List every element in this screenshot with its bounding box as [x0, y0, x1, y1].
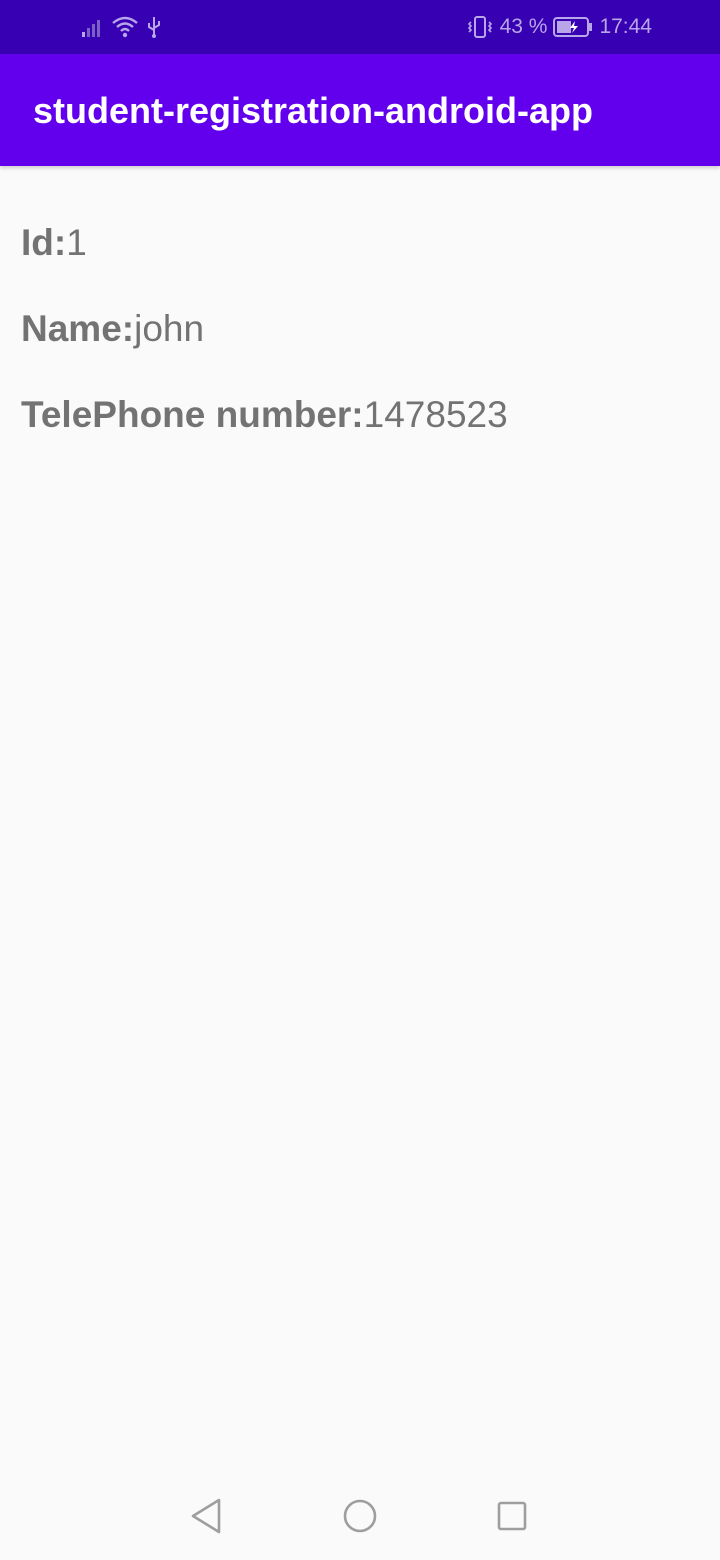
wifi-icon	[112, 16, 138, 38]
screen: 43 % 17:44 student-registration-android-…	[0, 0, 720, 1560]
name-row: Name:john	[21, 308, 701, 394]
home-button[interactable]	[340, 1498, 380, 1538]
telephone-value: 1478523	[363, 394, 508, 435]
recents-icon	[496, 1500, 528, 1537]
recents-button[interactable]	[492, 1498, 532, 1538]
app-title: student-registration-android-app	[33, 90, 593, 131]
name-label: Name:	[21, 308, 135, 349]
id-row: Id:1	[21, 222, 701, 308]
clock: 17:44	[599, 15, 652, 38]
back-icon	[189, 1497, 223, 1540]
status-left-icons	[82, 14, 162, 40]
back-button[interactable]	[186, 1498, 226, 1538]
battery-icon	[553, 16, 593, 38]
name-value: john	[134, 308, 205, 349]
navigation-bar	[0, 1476, 720, 1560]
home-icon	[342, 1498, 378, 1539]
telephone-label: TelePhone number:	[21, 394, 364, 435]
battery-percent: 43 %	[499, 15, 548, 38]
student-details: Id:1 Name:john TelePhone number:1478523	[21, 222, 701, 480]
status-bar: 43 % 17:44	[0, 0, 720, 54]
app-bar: student-registration-android-app	[0, 54, 720, 166]
signal-icon	[82, 17, 104, 37]
usb-icon	[146, 15, 162, 39]
id-value: 1	[66, 222, 87, 263]
vibrate-icon	[466, 15, 494, 39]
status-right-icons: 43 % 17:44	[466, 12, 652, 42]
id-label: Id:	[21, 222, 67, 263]
telephone-row: TelePhone number:1478523	[21, 394, 701, 480]
